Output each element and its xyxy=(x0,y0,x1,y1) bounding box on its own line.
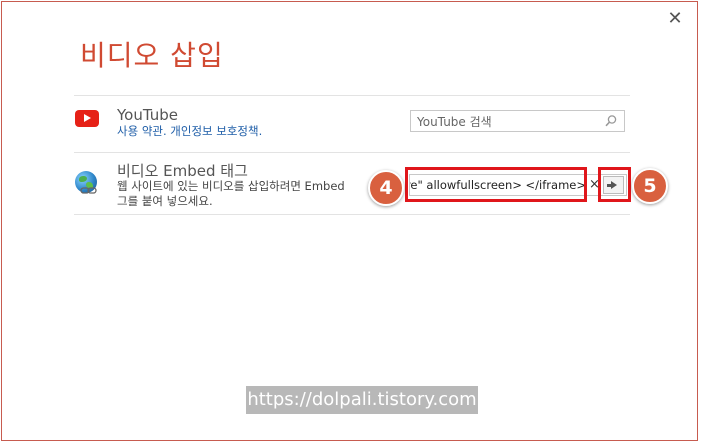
embed-description-line2: 그를 붙여 넣으세요. xyxy=(117,194,213,208)
divider-top xyxy=(74,95,630,96)
step4-badge: 4 xyxy=(368,170,404,206)
youtube-search-input[interactable] xyxy=(411,112,603,132)
embed-description-line1: 웹 사이트에 있는 비디오를 삽입하려면 Embed xyxy=(117,179,345,193)
insert-video-dialog: ✕ 비디오 삽입 xyxy=(1,1,698,441)
youtube-icon xyxy=(75,110,99,127)
youtube-search-field[interactable] xyxy=(410,110,625,132)
youtube-title: YouTube xyxy=(117,106,178,124)
search-icon[interactable] xyxy=(604,114,618,128)
privacy-policy-link[interactable]: 개인정보 보호정책 xyxy=(170,124,258,138)
divider-middle xyxy=(74,152,630,153)
embed-title: 비디오 Embed 태그 xyxy=(117,162,248,180)
divider-bottom xyxy=(74,214,630,215)
step5-badge: 5 xyxy=(632,168,668,204)
terms-of-use-link[interactable]: 사용 약관 xyxy=(117,124,163,138)
step4-highlight-box xyxy=(405,167,587,202)
dialog-title: 비디오 삽입 xyxy=(80,39,224,72)
youtube-policy-links: 사용 약관. 개인정보 보호정책. xyxy=(117,124,262,139)
link-end: . xyxy=(258,124,263,138)
watermark: https://dolpali.tistory.com xyxy=(246,386,478,414)
close-icon[interactable]: ✕ xyxy=(664,8,686,30)
chain-link-icon xyxy=(80,187,97,194)
step5-highlight-box xyxy=(598,167,631,202)
